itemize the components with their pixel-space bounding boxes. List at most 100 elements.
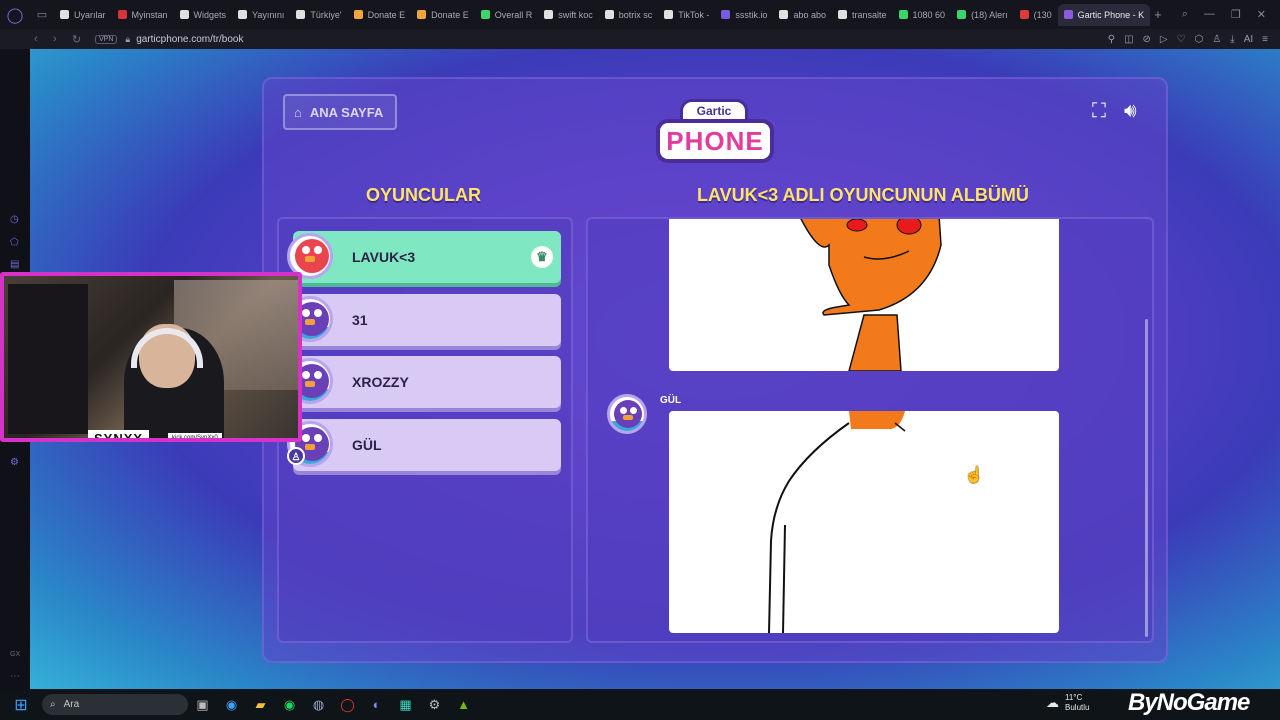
extensions-icon[interactable]: ⬡ <box>1195 34 1204 45</box>
tab-favicon-icon <box>779 10 789 19</box>
tab-label: (130 <box>1033 9 1052 20</box>
play-icon[interactable]: ▷ <box>1160 34 1168 45</box>
snapshot-icon[interactable]: ◫ <box>1124 34 1133 45</box>
tab-label: Myinstan <box>131 9 168 20</box>
vpn-badge[interactable]: VPN <box>95 34 118 44</box>
account-icon[interactable]: ♙ <box>1212 34 1221 45</box>
windows-taskbar: ⊞ ⌕ Ara ▣ ◉ ▰ ◉ ◍ ◯ ◐ ▦ ⚙ ▲ ☁ 11°C Bulut… <box>0 689 1280 720</box>
minimize-icon[interactable]: — <box>1204 8 1215 21</box>
album-panel: GÜL <box>586 217 1154 643</box>
browser-tab[interactable]: TikTok - <box>658 4 715 26</box>
reload-icon[interactable]: ↻ <box>72 33 91 46</box>
taskbar-search[interactable]: ⌕ Ara <box>42 694 188 715</box>
address-bar-actions: ⚲ ◫ ⊘ ▷ ♡ ⬡ ♙ ⤓ AI ≡ <box>1108 34 1280 45</box>
tab-menu-icon[interactable]: ▭ <box>30 8 54 21</box>
tab-favicon-icon <box>480 10 490 19</box>
lock-icon[interactable]: 🔒︎ <box>125 34 130 45</box>
home-button[interactable]: ⌂ ANA SAYFA <box>283 94 397 130</box>
browser-tab-bar: ◯ ▭ Uyarılar Myinstan Widgets Yayınını T… <box>0 0 1280 29</box>
drawing-canvas <box>768 411 906 633</box>
browser-tab[interactable]: transalte <box>832 4 893 26</box>
close-icon[interactable]: ✕ <box>1257 8 1266 21</box>
tab-label: swift koc <box>558 9 593 20</box>
search-tabs-icon[interactable]: ⌕ <box>1182 8 1188 21</box>
tab-label: Yayınını <box>252 9 285 20</box>
app-icon[interactable]: ▦ <box>391 697 420 713</box>
player-item[interactable]: GÜL ♙ <box>287 419 561 471</box>
browser-tab[interactable]: ssstik.io <box>715 4 773 26</box>
logo-main-text: PHONE <box>656 119 774 163</box>
player-item[interactable]: XROZZY <box>287 356 561 408</box>
window-controls: ⌕ — ❐ ✕ <box>1182 8 1280 21</box>
album-title: LAVUK<3 ADLI OYUNCUNUN ALBÜMÜ <box>697 185 1029 205</box>
nvidia-icon[interactable]: ▲ <box>449 697 478 712</box>
menu-icon[interactable]: ≡ <box>1262 34 1268 45</box>
browser-tab[interactable]: Overall R <box>475 4 539 26</box>
ad-block-icon[interactable]: ⊘ <box>1143 34 1151 45</box>
forward-arrow-icon[interactable]: › <box>53 33 72 45</box>
fullscreen-icon[interactable]: ⛶ <box>1092 100 1114 122</box>
more-icon[interactable]: ⋯ <box>10 671 20 682</box>
opera-logo-icon[interactable]: ◯ <box>0 0 30 29</box>
back-arrow-icon[interactable]: ‹ <box>34 33 53 45</box>
browser-tab[interactable]: swift koc <box>538 4 599 26</box>
opera-gx-icon[interactable]: ◯ <box>333 697 362 713</box>
hand-cursor-icon: ☝ <box>964 467 984 484</box>
browser-tab[interactable]: Türkiye' <box>290 4 347 26</box>
pin-icon[interactable]: ⚲ <box>1108 34 1115 45</box>
tab-label: TikTok - <box>678 9 710 20</box>
aria-ai-button[interactable]: AI <box>1244 34 1253 45</box>
steam-icon[interactable]: ◍ <box>304 697 333 713</box>
browser-tab[interactable]: (18) Alerı <box>951 4 1014 26</box>
browser-tab[interactable]: Myinstan <box>112 4 174 26</box>
discord-icon[interactable]: ◐ <box>362 697 391 712</box>
history-icon[interactable]: ◷ <box>10 214 19 225</box>
windows-start-icon[interactable]: ⊞ <box>0 695 42 715</box>
edge-icon[interactable]: ◉ <box>217 697 246 713</box>
player-name: LAVUK<3 <box>352 249 416 265</box>
tab-label: Widgets <box>193 9 227 20</box>
browser-tab[interactable]: Yayınını <box>232 4 290 26</box>
browser-tab[interactable]: Widgets <box>174 4 233 26</box>
tab-label: 1080 60 <box>912 9 946 20</box>
tab-label: Gartic Phone - K <box>1077 9 1145 20</box>
gx-icon[interactable]: GX <box>10 651 20 658</box>
player-name: 31 <box>352 312 368 328</box>
sound-icon[interactable]: 🔊︎ <box>1124 100 1152 122</box>
new-tab-plus-icon[interactable]: + <box>1154 7 1162 22</box>
weather-widget[interactable]: ☁ 11°C Bulutlu <box>1046 693 1089 713</box>
tab-favicon-icon <box>1019 10 1029 19</box>
file-explorer-icon[interactable]: ▰ <box>246 697 275 713</box>
tab-favicon-icon <box>179 10 189 19</box>
browser-tab[interactable]: Donate E <box>348 4 412 26</box>
heart-icon[interactable]: ♡ <box>1177 34 1186 45</box>
url-field[interactable]: garticphone.com/tr/book <box>136 34 243 45</box>
browser-tab[interactable]: abo abo <box>773 4 832 26</box>
browser-tab[interactable]: Donate E <box>411 4 475 26</box>
tab-favicon-icon <box>604 10 614 19</box>
workspace-icon[interactable]: ⬠ <box>10 237 19 248</box>
browser-tab-active[interactable]: Gartic Phone - K <box>1057 3 1151 26</box>
tab-label: Türkiye' <box>310 9 342 20</box>
album-scrollbar[interactable] <box>1145 319 1148 637</box>
browser-tab[interactable]: 1080 60 <box>893 4 952 26</box>
browser-tab[interactable]: Uyarılar <box>54 4 112 26</box>
browser-tab[interactable]: botrix sc <box>599 4 659 26</box>
settings-app-icon[interactable]: ⚙ <box>420 697 449 713</box>
pinboard-icon[interactable]: ▤ <box>10 259 19 270</box>
download-icon[interactable]: ⤓ <box>1230 34 1234 45</box>
search-icon: ⌕ <box>50 699 56 710</box>
drawing-canvas <box>800 219 942 371</box>
spotify-icon[interactable]: ◉ <box>275 697 304 713</box>
maximize-icon[interactable]: ❐ <box>1231 8 1241 21</box>
player-item[interactable]: 31 <box>287 294 561 346</box>
task-view-icon[interactable]: ▣ <box>188 697 217 713</box>
weather-description: Bulutlu <box>1065 703 1090 712</box>
settings-icon[interactable]: ⚙ <box>10 457 19 468</box>
player-item-host[interactable]: LAVUK<3 ♛ <box>287 231 561 283</box>
tab-favicon-icon <box>353 10 363 19</box>
browser-tab[interactable]: (130 <box>1014 4 1058 26</box>
weather-icon: ☁ <box>1046 695 1059 710</box>
tab-favicon-icon <box>664 10 674 19</box>
home-icon: ⌂ <box>294 104 302 120</box>
